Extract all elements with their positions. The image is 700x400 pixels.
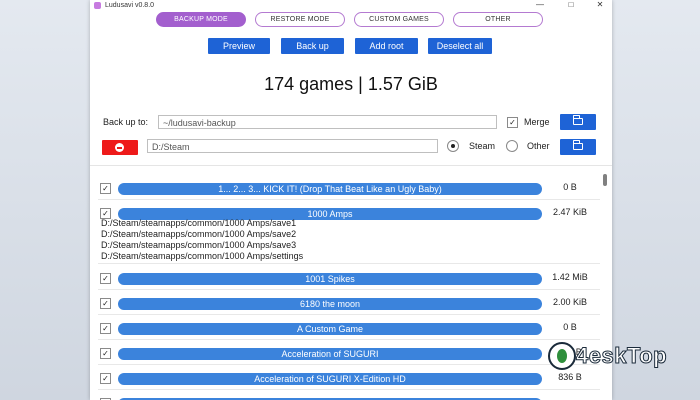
- save-file-path: D:/Steam/steamapps/common/1000 Amps/save…: [101, 240, 297, 250]
- folder-icon: [572, 140, 583, 150]
- game-row: ✓ A Custom Game 0 B: [90, 315, 600, 340]
- root-type-steam-radio[interactable]: [447, 140, 459, 152]
- divider: [90, 165, 612, 166]
- desktop-background-left: [0, 0, 90, 400]
- root-path-input[interactable]: D:/Steam: [147, 139, 438, 153]
- game-list: ✓ 1... 2... 3... KICK IT! (Drop That Bea…: [90, 172, 600, 400]
- game-checkbox[interactable]: ✓: [100, 373, 111, 384]
- folder-icon: [572, 115, 583, 125]
- game-row: [90, 390, 600, 400]
- tab-other[interactable]: OTHER: [453, 12, 543, 27]
- game-row: ✓ 1001 Spikes 1.42 MiB: [90, 265, 600, 290]
- game-checkbox[interactable]: ✓: [100, 323, 111, 334]
- watermark: 4eskTop: [548, 340, 688, 380]
- game-name-button[interactable]: 1001 Spikes: [118, 273, 542, 285]
- merge-checkbox[interactable]: ✓: [507, 117, 518, 128]
- deselect-all-button[interactable]: Deselect all: [428, 38, 492, 54]
- game-row: ✓ Acceleration of SUGURI 356 B: [90, 340, 600, 365]
- row-divider: [98, 263, 600, 264]
- watermark-text: 4eskTop: [575, 343, 668, 369]
- backup-path-input[interactable]: ~/ludusavi-backup: [158, 115, 497, 129]
- app-icon: [94, 2, 101, 9]
- tab-restore-mode[interactable]: RESTORE MODE: [255, 12, 345, 27]
- backup-summary: 174 games | 1.57 GiB: [264, 74, 438, 94]
- game-size: 0 B: [563, 322, 577, 332]
- app-window: Ludusavi v0.8.0 — □ ✕ BACKUP MODE RESTOR…: [90, 0, 612, 400]
- game-size: 2.00 KiB: [552, 297, 588, 307]
- game-size: 2.47 KiB: [552, 207, 588, 217]
- save-file-path: D:/Steam/steamapps/common/1000 Amps/save…: [101, 218, 297, 228]
- game-checkbox[interactable]: ✓: [100, 348, 111, 359]
- minimize-button[interactable]: —: [530, 0, 550, 11]
- game-name-button[interactable]: Acceleration of SUGURI X-Edition HD: [118, 373, 542, 385]
- watermark-logo-icon: [548, 342, 576, 370]
- root-type-other-radio[interactable]: [506, 140, 518, 152]
- browse-backup-folder-button[interactable]: [560, 114, 596, 130]
- steam-label: Steam: [469, 141, 496, 151]
- game-size: 1.42 MiB: [552, 272, 588, 282]
- game-checkbox[interactable]: ✓: [100, 298, 111, 309]
- other-label: Other: [527, 141, 550, 151]
- add-root-button[interactable]: Add root: [355, 38, 418, 54]
- game-row: ✓ 1... 2... 3... KICK IT! (Drop That Bea…: [90, 175, 600, 200]
- game-name-button[interactable]: A Custom Game: [118, 323, 542, 335]
- save-file-path: D:/Steam/steamapps/common/1000 Amps/sett…: [101, 251, 304, 261]
- game-size: 0 B: [563, 182, 577, 192]
- tab-custom-games[interactable]: CUSTOM GAMES: [354, 12, 444, 27]
- preview-button[interactable]: Preview: [208, 38, 270, 54]
- game-name-button[interactable]: Acceleration of SUGURI: [118, 348, 542, 360]
- game-row: ✓ 6180 the moon 2.00 KiB: [90, 290, 600, 315]
- game-checkbox[interactable]: ✓: [100, 273, 111, 284]
- mode-tabs: BACKUP MODE RESTORE MODE CUSTOM GAMES OT…: [90, 11, 612, 28]
- game-name-button[interactable]: 6180 the moon: [118, 298, 542, 310]
- game-name-button[interactable]: 1... 2... 3... KICK IT! (Drop That Beat …: [118, 183, 542, 195]
- remove-root-button[interactable]: [102, 140, 138, 155]
- back-up-button[interactable]: Back up: [281, 38, 344, 54]
- game-checkbox[interactable]: ✓: [100, 183, 111, 194]
- tab-backup-mode[interactable]: BACKUP MODE: [156, 12, 246, 27]
- save-file-path: D:/Steam/steamapps/common/1000 Amps/save…: [101, 229, 297, 239]
- title-bar: Ludusavi v0.8.0 — □ ✕: [90, 0, 612, 11]
- browse-root-folder-button[interactable]: [560, 139, 596, 155]
- close-button[interactable]: ✕: [590, 0, 610, 11]
- window-title: Ludusavi v0.8.0: [105, 2, 155, 9]
- maximize-button[interactable]: □: [561, 0, 581, 11]
- game-row: ✓ Acceleration of SUGURI X-Edition HD 83…: [90, 365, 600, 390]
- remove-icon: [115, 143, 124, 152]
- scrollbar-thumb[interactable]: [603, 174, 607, 186]
- merge-label: Merge: [524, 117, 550, 127]
- back-up-to-label: Back up to:: [103, 117, 149, 127]
